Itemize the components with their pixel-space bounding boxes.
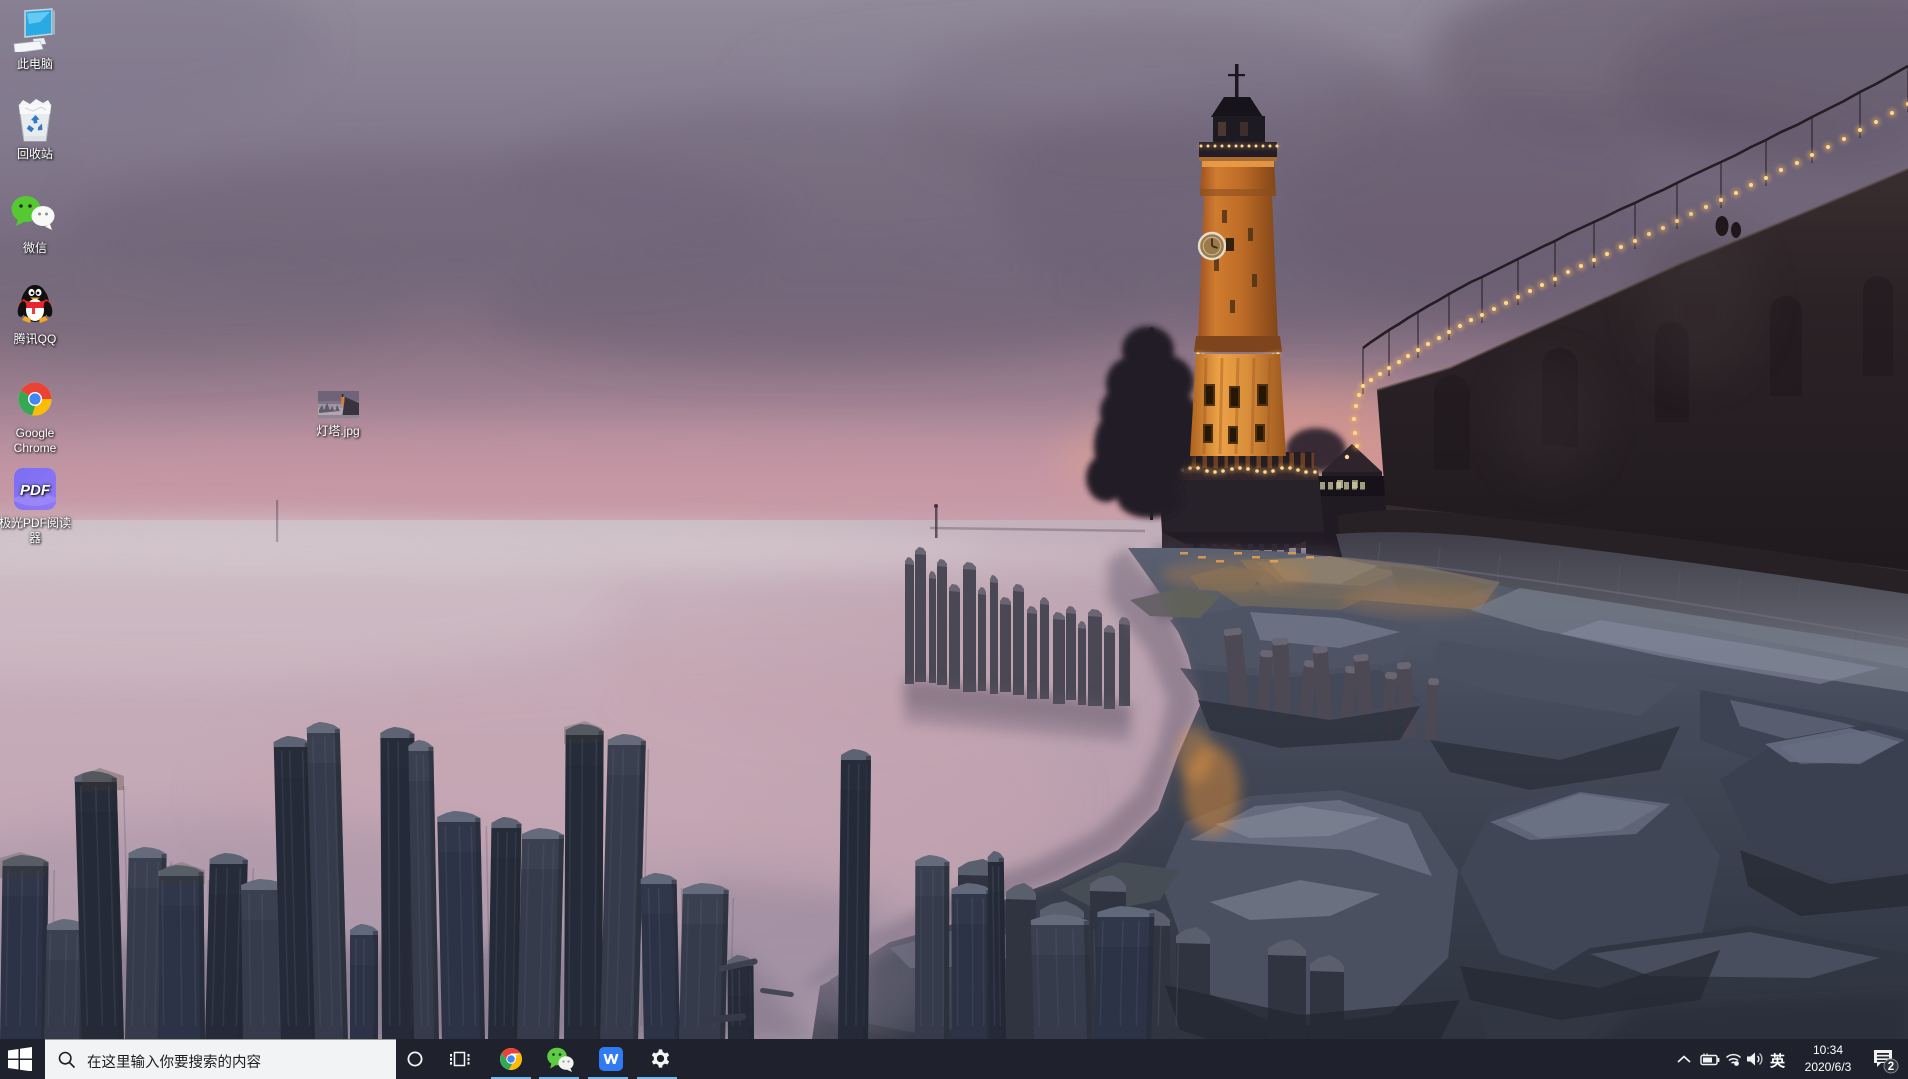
svg-text:PDF: PDF xyxy=(20,482,51,499)
svg-text:2: 2 xyxy=(1888,1061,1894,1073)
